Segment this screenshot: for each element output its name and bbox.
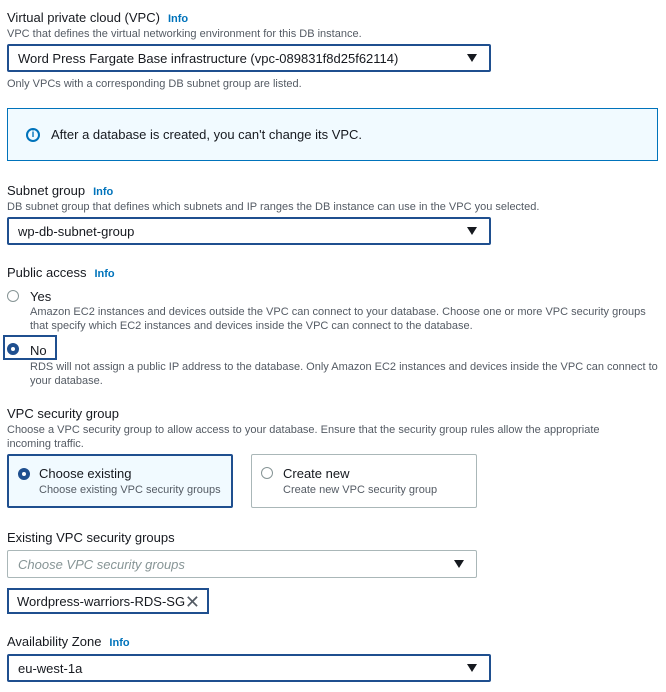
security-group-description: Choose a VPC security group to allow acc…: [7, 424, 600, 450]
subnet-label-row: Subnet group Info: [7, 183, 113, 198]
caret-down-icon: [467, 54, 477, 62]
vpc-select-value: Word Press Fargate Base infrastructure (…: [18, 50, 399, 66]
vpc-info-link[interactable]: Info: [168, 13, 188, 25]
security-group-token: Wordpress-warriors-RDS-SG ✕: [7, 588, 209, 614]
choose-existing-title: Choose existing: [39, 466, 132, 481]
vpc-select[interactable]: Word Press Fargate Base infrastructure (…: [7, 44, 491, 72]
public-access-label-row: Public access Info: [7, 265, 115, 280]
public-access-no-description: RDS will not assign a public IP address …: [30, 361, 658, 387]
vpc-description: VPC that defines the virtual networking …: [7, 28, 362, 40]
vpc-label: Virtual private cloud (VPC): [7, 10, 160, 25]
choose-existing-radio[interactable]: [18, 468, 30, 480]
az-label-row: Availability Zone Info: [7, 634, 130, 649]
create-new-card[interactable]: Create new Create new VPC security group: [251, 454, 477, 508]
az-info-link[interactable]: Info: [109, 637, 129, 649]
choose-existing-description: Choose existing VPC security groups: [39, 484, 221, 496]
public-access-yes-label[interactable]: Yes: [30, 289, 51, 304]
subnet-info-link[interactable]: Info: [93, 186, 113, 198]
public-access-no-radio[interactable]: [7, 343, 19, 355]
public-access-yes-description: Amazon EC2 instances and devices outside…: [30, 306, 646, 332]
subnet-label: Subnet group: [7, 183, 86, 198]
existing-groups-placeholder: Choose VPC security groups: [18, 556, 185, 572]
existing-groups-label: Existing VPC security groups: [7, 530, 175, 545]
public-access-label: Public access: [7, 265, 87, 280]
caret-down-icon: [454, 560, 464, 568]
public-access-no-label[interactable]: No: [30, 343, 47, 358]
create-new-radio[interactable]: [261, 467, 273, 479]
caret-down-icon: [467, 664, 477, 672]
subnet-description: DB subnet group that defines which subne…: [7, 201, 540, 213]
subnet-select[interactable]: wp-db-subnet-group: [7, 217, 491, 245]
choose-existing-card[interactable]: Choose existing Choose existing VPC secu…: [7, 454, 233, 508]
vpc-alert: i After a database is created, you can't…: [7, 108, 658, 161]
security-group-token-label: Wordpress-warriors-RDS-SG: [17, 593, 186, 609]
create-new-title: Create new: [283, 466, 350, 481]
az-select-value: eu-west-1a: [18, 660, 83, 676]
security-group-label: VPC security group: [7, 406, 119, 421]
vpc-hint: Only VPCs with a corresponding DB subnet…: [7, 78, 302, 90]
az-select[interactable]: eu-west-1a: [7, 654, 491, 682]
existing-groups-select[interactable]: Choose VPC security groups: [7, 550, 477, 578]
subnet-select-value: wp-db-subnet-group: [18, 223, 135, 239]
public-access-info-link[interactable]: Info: [94, 268, 114, 280]
public-access-yes-radio[interactable]: [7, 290, 19, 302]
vpc-alert-text: After a database is created, you can't c…: [51, 127, 363, 142]
vpc-label-row: Virtual private cloud (VPC) Info: [7, 10, 188, 25]
caret-down-icon: [467, 227, 477, 235]
create-new-description: Create new VPC security group: [283, 484, 438, 496]
info-icon: i: [26, 127, 40, 142]
close-icon[interactable]: ✕: [185, 593, 200, 611]
az-label: Availability Zone: [7, 634, 102, 649]
